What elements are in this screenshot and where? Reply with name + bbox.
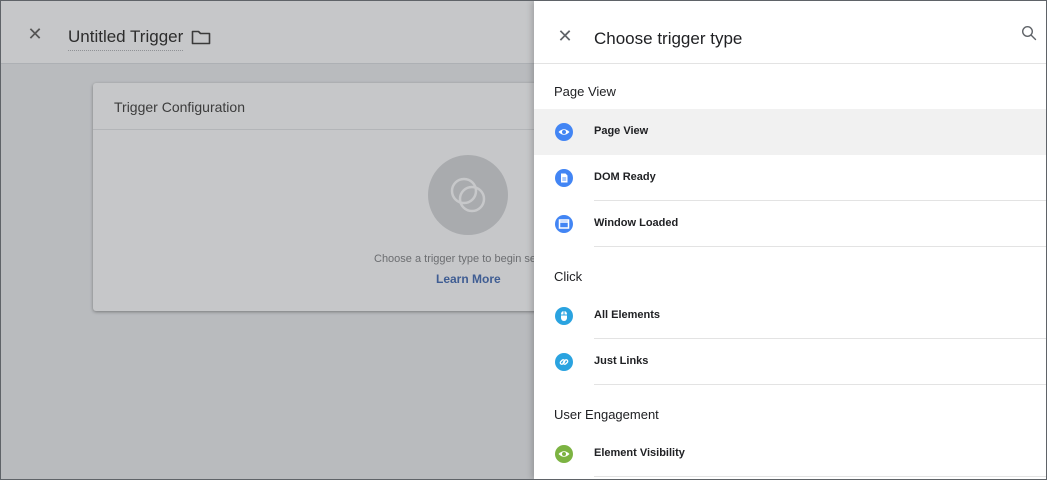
item-divider <box>594 246 1046 247</box>
panel-header: ✕ Choose trigger type <box>534 1 1046 64</box>
trigger-configuration-card[interactable]: Trigger Configuration Choose a trigger t… <box>93 83 553 311</box>
mouse-icon <box>555 307 573 325</box>
link-icon <box>555 353 573 371</box>
section-click: Click <box>554 269 583 284</box>
section-user-engagement: User Engagement <box>554 407 659 422</box>
search-icon[interactable] <box>1021 25 1037 41</box>
card-title: Trigger Configuration <box>114 99 245 115</box>
close-panel-icon[interactable]: ✕ <box>556 27 574 45</box>
trigger-item-just-links[interactable]: Just Links <box>534 339 1046 385</box>
card-hint-text: Choose a trigger type to begin se <box>374 253 537 265</box>
trigger-item-element-visibility[interactable]: Element Visibility <box>534 431 1046 477</box>
app-frame: ✕ Untitled Trigger Trigger Configuration… <box>0 0 1047 480</box>
eye-icon <box>555 445 573 463</box>
document-icon <box>555 169 573 187</box>
trigger-type-panel: ✕ Choose trigger type Page View Page Vie… <box>534 1 1046 479</box>
trigger-item-page-view[interactable]: Page View <box>534 109 1046 155</box>
card-divider <box>93 129 553 130</box>
item-divider <box>594 476 1046 477</box>
trigger-item-dom-ready[interactable]: DOM Ready <box>534 155 1046 201</box>
trigger-placeholder-icon[interactable] <box>428 155 508 235</box>
item-label: Element Visibility <box>594 447 685 459</box>
item-label: DOM Ready <box>594 171 656 183</box>
item-label: All Elements <box>594 309 661 321</box>
editor-header: ✕ Untitled Trigger <box>1 1 534 64</box>
learn-more-link[interactable]: Learn More <box>436 272 501 286</box>
trigger-item-window-loaded[interactable]: Window Loaded <box>534 201 1046 247</box>
item-divider <box>594 384 1046 385</box>
eye-icon <box>555 123 573 141</box>
section-page-view: Page View <box>554 84 616 99</box>
folder-icon[interactable] <box>191 29 211 45</box>
close-editor-icon[interactable]: ✕ <box>25 24 45 44</box>
item-label: Just Links <box>594 355 649 367</box>
item-label: Page View <box>594 125 649 137</box>
panel-title: Choose trigger type <box>594 29 743 48</box>
trigger-name-field[interactable]: Untitled Trigger <box>68 27 184 51</box>
trigger-item-all-elements[interactable]: All Elements <box>534 293 1046 339</box>
window-icon <box>555 215 573 233</box>
item-label: Window Loaded <box>594 217 679 229</box>
